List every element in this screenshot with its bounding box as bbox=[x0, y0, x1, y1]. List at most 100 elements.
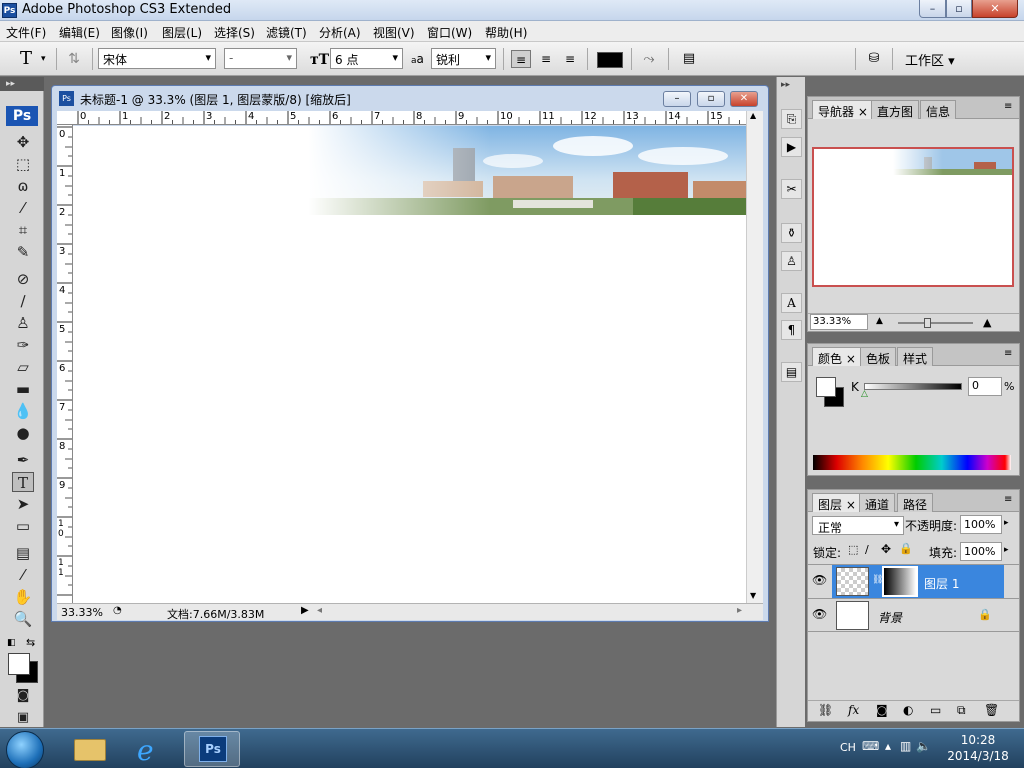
tab-paths[interactable]: 路径 bbox=[897, 493, 934, 512]
crop-tool-icon[interactable]: ⌗ bbox=[12, 220, 34, 240]
tab-color[interactable]: 颜色 × bbox=[812, 347, 862, 366]
chevron-right-icon[interactable]: ▸ bbox=[1004, 545, 1009, 555]
add-mask-icon[interactable]: ◙ bbox=[876, 703, 888, 717]
panel-menu-icon[interactable]: ≡ bbox=[1004, 101, 1012, 112]
navigator-preview[interactable] bbox=[812, 147, 1014, 287]
explorer-taskbar-icon[interactable] bbox=[62, 731, 118, 767]
panel-menu-icon[interactable]: ≡ bbox=[1004, 494, 1012, 505]
layer-thumbnail[interactable] bbox=[836, 601, 869, 630]
default-colors-icon[interactable]: ◧ bbox=[7, 638, 16, 648]
move-tool-icon[interactable]: ✥ bbox=[12, 132, 34, 152]
doc-close-button[interactable]: ✕ bbox=[730, 91, 758, 107]
foreground-color-swatch[interactable] bbox=[8, 653, 30, 675]
menu-layer[interactable]: 图层(L) bbox=[162, 24, 202, 41]
tool-preset-picker[interactable]: T bbox=[16, 50, 36, 68]
slice-tool-icon[interactable]: ✎ bbox=[12, 242, 34, 262]
k-slider[interactable] bbox=[864, 383, 962, 390]
healing-brush-icon[interactable]: ⊘ bbox=[12, 269, 34, 289]
menu-file[interactable]: 文件(F) bbox=[6, 24, 46, 41]
layer-comps-icon[interactable]: ▤ bbox=[781, 362, 802, 382]
menu-window[interactable]: 窗口(W) bbox=[427, 24, 472, 41]
doc-minimize-button[interactable]: – bbox=[663, 91, 691, 107]
align-center-icon[interactable]: ≡ bbox=[536, 50, 556, 68]
anti-alias-select[interactable]: 锐利 bbox=[431, 48, 496, 69]
brush-tool-icon[interactable]: ∕ bbox=[12, 291, 34, 311]
panel-grip[interactable]: ▸▸ bbox=[0, 77, 44, 91]
quick-mask-icon[interactable]: ◙ bbox=[12, 686, 34, 706]
navigator-zoom-field[interactable]: 33.33% bbox=[810, 314, 868, 330]
lock-all-icon[interactable]: 🔒 bbox=[899, 542, 913, 555]
status-menu-icon[interactable]: ◔ bbox=[113, 605, 122, 616]
menu-analysis[interactable]: 分析(A) bbox=[319, 24, 361, 41]
new-group-icon[interactable]: ▭ bbox=[930, 703, 941, 717]
history-panel-icon[interactable]: ⎘ bbox=[781, 109, 802, 129]
menu-select[interactable]: 选择(S) bbox=[214, 24, 255, 41]
eye-icon[interactable]: 👁 bbox=[812, 573, 827, 587]
vertical-ruler[interactable]: 0 1 2 3 4 5 6 7 8 9 10 11 bbox=[57, 125, 73, 603]
brushes-panel-icon[interactable]: ⚱ bbox=[781, 223, 802, 243]
keyboard-icon[interactable]: ⌨ bbox=[862, 739, 879, 753]
layer-row[interactable]: 👁 ⛓ 图层 1 bbox=[808, 564, 1019, 598]
layer-mask-thumbnail[interactable] bbox=[882, 566, 918, 597]
new-layer-icon[interactable]: ⧉ bbox=[957, 703, 966, 718]
menu-edit[interactable]: 编辑(E) bbox=[59, 24, 100, 41]
doc-maximize-button[interactable]: ▫ bbox=[697, 91, 725, 107]
clone-source-icon[interactable]: ♙ bbox=[781, 251, 802, 271]
font-family-select[interactable]: 宋体 bbox=[98, 48, 216, 69]
bridge-icon[interactable]: ⛁ bbox=[864, 50, 884, 68]
hand-tool-icon[interactable]: ✋ bbox=[12, 587, 34, 607]
lasso-tool-icon[interactable]: ɷ bbox=[12, 176, 34, 196]
k-value-field[interactable]: 0 bbox=[968, 377, 1002, 396]
eyedropper-tool-icon[interactable]: ⁄ bbox=[12, 565, 34, 585]
chevron-right-icon[interactable]: ▸ bbox=[1004, 518, 1009, 528]
zoom-tool-icon[interactable]: 🔍 bbox=[12, 609, 34, 629]
character-panel-icon[interactable]: ▤ bbox=[679, 50, 699, 68]
lock-position-icon[interactable]: ✥ bbox=[881, 542, 891, 556]
vertical-scrollbar[interactable]: ▲ ▼ bbox=[746, 111, 763, 603]
tab-channels[interactable]: 通道 bbox=[859, 493, 896, 512]
actions-panel-icon[interactable]: ▶ bbox=[781, 137, 802, 157]
pen-tool-icon[interactable]: ✒ bbox=[12, 450, 34, 470]
type-tool-icon[interactable]: T bbox=[12, 472, 34, 492]
lock-pixels-icon[interactable]: ∕ bbox=[865, 543, 869, 556]
tab-info[interactable]: 信息 bbox=[920, 100, 957, 119]
fx-icon[interactable]: fx bbox=[848, 703, 859, 717]
align-right-icon[interactable]: ≡ bbox=[560, 50, 580, 68]
text-color-swatch[interactable] bbox=[597, 52, 623, 68]
swap-colors-icon[interactable]: ⇆ bbox=[26, 636, 35, 649]
text-orientation-icon[interactable]: ⇅ bbox=[64, 50, 84, 68]
ie-taskbar-icon[interactable]: e bbox=[123, 731, 179, 767]
maximize-button[interactable]: ▫ bbox=[946, 0, 972, 18]
scroll-down-icon[interactable]: ▼ bbox=[750, 591, 756, 600]
layer-row[interactable]: 👁 背景 🔒 bbox=[808, 598, 1019, 632]
link-layers-icon[interactable]: ⛓ bbox=[818, 703, 833, 717]
system-clock[interactable]: 10:28 2014/3/18 bbox=[936, 732, 1020, 764]
tray-expand-icon[interactable]: ▴ bbox=[885, 739, 891, 753]
tab-navigator[interactable]: 导航器 × bbox=[812, 100, 874, 119]
menu-filter[interactable]: 滤镜(T) bbox=[266, 24, 307, 41]
blend-mode-select[interactable]: 正常 ▾ bbox=[812, 516, 904, 535]
scroll-up-icon[interactable]: ▲ bbox=[750, 111, 756, 120]
magic-wand-icon[interactable]: ⁄ bbox=[12, 198, 34, 218]
chevron-down-icon[interactable]: ▾ bbox=[41, 54, 46, 64]
align-left-icon[interactable]: ≡ bbox=[511, 50, 531, 68]
start-button[interactable] bbox=[6, 731, 44, 768]
adjustment-layer-icon[interactable]: ◐ bbox=[903, 703, 913, 717]
scroll-right-icon[interactable]: ▸ bbox=[737, 605, 742, 616]
screen-mode-icon[interactable]: ▣ bbox=[12, 708, 34, 728]
history-brush-icon[interactable]: ✑ bbox=[12, 335, 34, 355]
zoom-slider-thumb[interactable] bbox=[924, 318, 931, 328]
foreground-color-swatch[interactable] bbox=[816, 377, 836, 397]
warp-text-icon[interactable]: ⤳ bbox=[639, 50, 659, 68]
gradient-tool-icon[interactable]: ▬ bbox=[12, 379, 34, 399]
lock-transparency-icon[interactable]: ⬚ bbox=[848, 543, 858, 556]
marquee-tool-icon[interactable]: ⬚ bbox=[12, 154, 34, 174]
photoshop-taskbar-icon[interactable]: Ps bbox=[184, 731, 240, 767]
tab-swatches[interactable]: 色板 bbox=[860, 347, 897, 366]
workspace-menu[interactable]: 工作区 ▾ bbox=[905, 50, 955, 69]
language-indicator[interactable]: CH bbox=[840, 741, 856, 754]
tab-layers[interactable]: 图层 × bbox=[812, 493, 862, 512]
fill-field[interactable]: 100% bbox=[960, 542, 1002, 561]
blur-tool-icon[interactable]: 💧 bbox=[12, 401, 34, 421]
character-panel-icon[interactable]: A bbox=[781, 293, 802, 313]
